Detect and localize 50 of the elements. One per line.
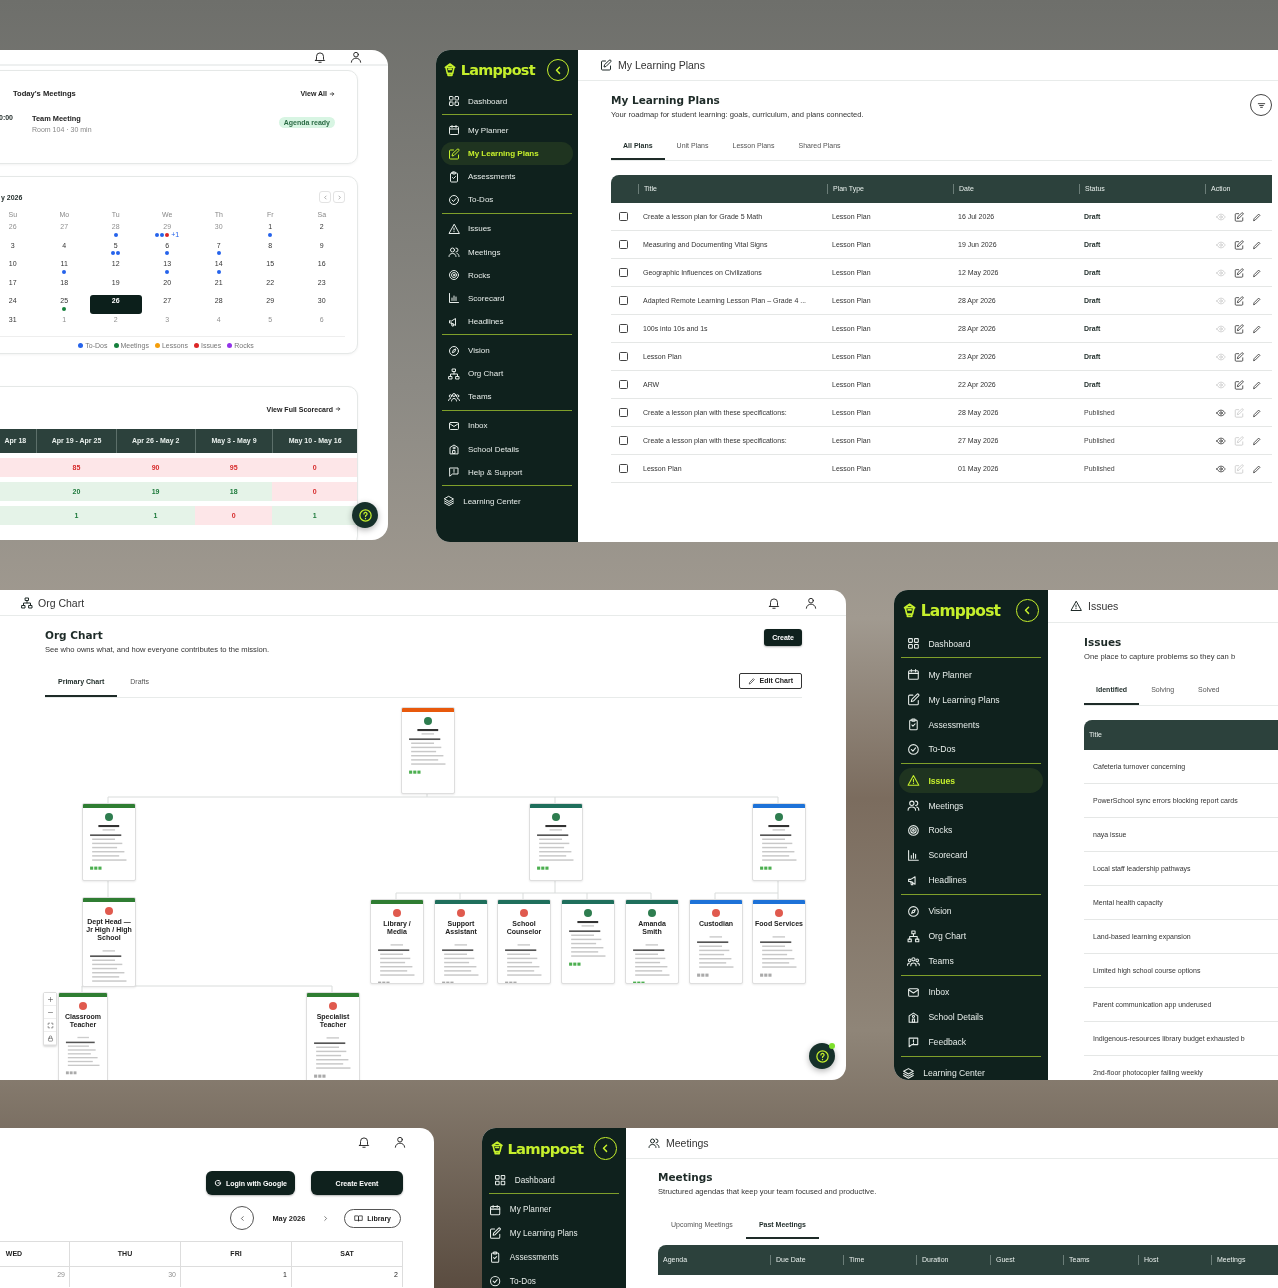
nav-item[interactable]: My Learning Plans xyxy=(440,141,574,166)
page-title: Meetings xyxy=(658,1171,714,1183)
nav-item[interactable]: Headlines xyxy=(440,310,574,334)
page-title: Org Chart xyxy=(45,629,104,641)
page-header-title: Issues xyxy=(1088,600,1119,612)
logo-text: Lamppost xyxy=(920,601,1002,620)
nav-item[interactable]: Assessments xyxy=(440,165,574,189)
nav-item[interactable]: Assessments xyxy=(482,1245,626,1270)
nav-item[interactable]: Assessments xyxy=(899,712,1043,737)
nav-item[interactable]: To-Dos xyxy=(440,188,574,212)
nav-item[interactable]: Inbox xyxy=(440,414,574,438)
page-title: Issues xyxy=(1084,636,1123,648)
nav-item[interactable]: School Details xyxy=(899,1004,1043,1030)
nav-item[interactable]: Meetings xyxy=(899,793,1043,818)
nav-item[interactable]: Vision xyxy=(440,339,574,363)
nav-item[interactable]: My Learning Plans xyxy=(899,687,1043,713)
nav-item[interactable]: Dashboard xyxy=(440,89,574,113)
nav-item[interactable]: Scorecard xyxy=(899,842,1043,868)
nav-item[interactable]: Dashboard xyxy=(899,631,1043,657)
page-header-title: My Learning Plans xyxy=(618,59,705,71)
nav-item[interactable]: Rocks xyxy=(899,817,1043,843)
nav-item[interactable]: Teams xyxy=(899,948,1043,974)
nav-item[interactable]: Help & Support xyxy=(440,460,574,484)
nav-item[interactable]: Teams xyxy=(440,385,574,409)
page-header-title: Org Chart xyxy=(38,596,85,609)
nav-item[interactable]: Dashboard xyxy=(486,1168,622,1193)
nav-item[interactable]: My Planner xyxy=(482,1197,626,1222)
nav-item[interactable]: Learning Center xyxy=(436,489,578,513)
nav-item[interactable]: Feedback xyxy=(899,1029,1043,1055)
nav-item[interactable]: Inbox xyxy=(899,979,1043,1005)
logo-text: Lamppost xyxy=(507,1139,585,1157)
nav-item[interactable]: To-Dos xyxy=(482,1269,626,1288)
nav-item[interactable]: Learning Center xyxy=(894,1060,1048,1080)
nav-item[interactable]: Vision xyxy=(899,898,1043,924)
nav-item[interactable]: Org Chart xyxy=(899,923,1043,949)
logo-text: Lamppost xyxy=(460,62,537,79)
nav-item[interactable]: My Planner xyxy=(440,118,574,142)
nav-item[interactable]: To-Dos xyxy=(899,737,1043,762)
page-header-title: Meetings xyxy=(666,1137,709,1149)
nav-item[interactable]: Org Chart xyxy=(440,362,574,386)
nav-item[interactable]: Rocks xyxy=(440,263,574,287)
nav-item[interactable]: Meetings xyxy=(440,240,574,264)
nav-item[interactable]: Issues xyxy=(440,217,574,241)
nav-item[interactable]: Headlines xyxy=(899,867,1043,893)
nav-item[interactable]: My Planner xyxy=(899,662,1043,688)
nav-item[interactable]: Issues xyxy=(899,768,1043,794)
nav-item[interactable]: Scorecard xyxy=(440,286,574,311)
nav-item[interactable]: My Learning Plans xyxy=(482,1221,626,1246)
page-title: My Learning Plans xyxy=(611,94,721,106)
nav-item[interactable]: School Details xyxy=(440,437,574,461)
